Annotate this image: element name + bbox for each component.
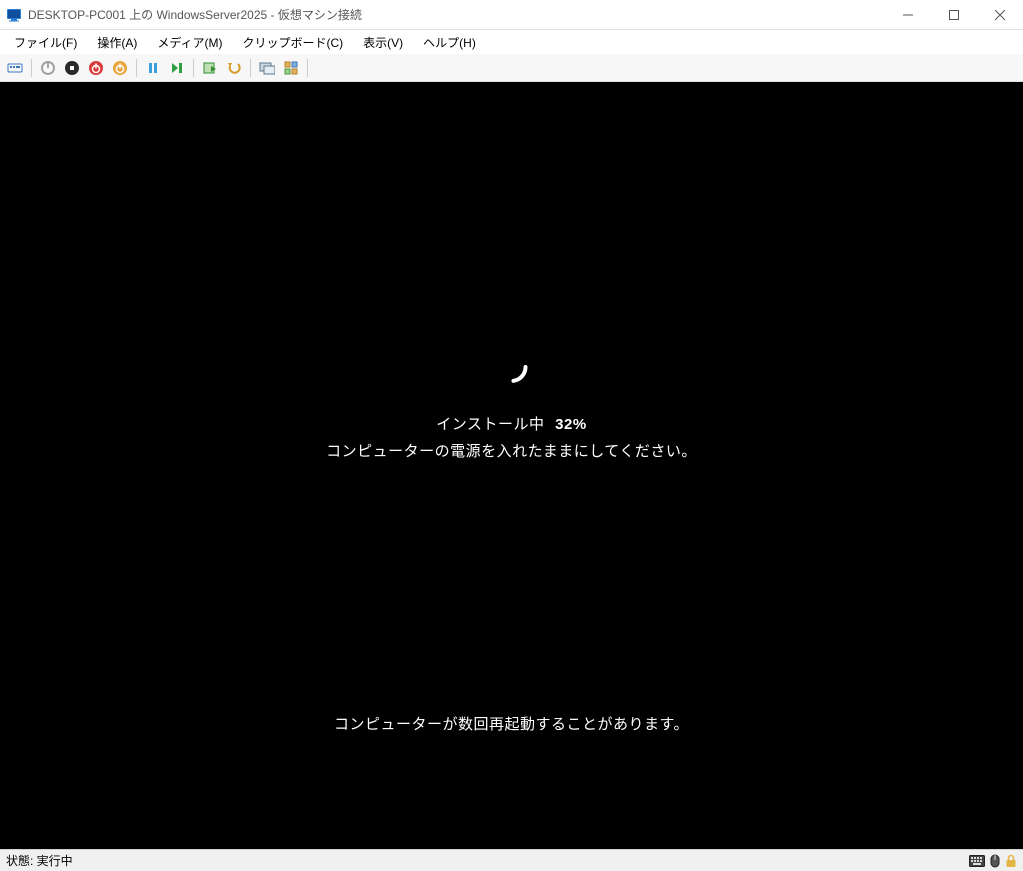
install-keep-power-on-text: コンピューターの電源を入れたままにしてください。 (0, 440, 1023, 461)
app-icon (6, 7, 22, 23)
install-progress-text: インストール中 32% (0, 413, 1023, 434)
install-progress-label: インストール中 (436, 416, 544, 433)
maximize-button[interactable] (931, 0, 977, 29)
revert-button[interactable] (223, 57, 245, 79)
start-button[interactable] (37, 57, 59, 79)
install-progress-panel: インストール中 32% コンピューターの電源を入れたままにしてください。 (0, 347, 1023, 461)
spinner-icon (492, 347, 532, 387)
statusbar: 状態: 実行中 (0, 849, 1023, 871)
save-button[interactable] (109, 57, 131, 79)
install-progress-percent: 32% (555, 416, 587, 433)
minimize-button[interactable] (885, 0, 931, 29)
menu-clipboard[interactable]: クリップボード(C) (232, 31, 353, 54)
window-titlebar: DESKTOP-PC001 上の WindowsServer2025 - 仮想マ… (0, 0, 1023, 30)
lock-icon (1005, 854, 1017, 868)
status-icons (969, 854, 1017, 868)
menu-file[interactable]: ファイル(F) (4, 31, 87, 54)
toolbar-separator (250, 59, 251, 77)
menu-view[interactable]: 表示(V) (353, 31, 413, 54)
menu-action[interactable]: 操作(A) (87, 31, 147, 54)
toolbar (0, 54, 1023, 82)
menu-media[interactable]: メディア(M) (147, 31, 232, 54)
toolbar-separator (31, 59, 32, 77)
status-text: 状態: 実行中 (6, 852, 969, 869)
shutdown-button[interactable] (85, 57, 107, 79)
share-button[interactable] (280, 57, 302, 79)
vm-display[interactable]: インストール中 32% コンピューターの電源を入れたままにしてください。 コンピ… (0, 82, 1023, 849)
toolbar-separator (307, 59, 308, 77)
install-restart-note: コンピューターが数回再起動することがあります。 (0, 713, 1023, 734)
pause-button[interactable] (142, 57, 164, 79)
menubar: ファイル(F) 操作(A) メディア(M) クリップボード(C) 表示(V) ヘ… (0, 30, 1023, 54)
mouse-icon (989, 854, 1001, 868)
menu-help[interactable]: ヘルプ(H) (413, 31, 486, 54)
ctrl-alt-del-button[interactable] (4, 57, 26, 79)
toolbar-separator (136, 59, 137, 77)
close-button[interactable] (977, 0, 1023, 29)
toolbar-separator (193, 59, 194, 77)
window-title: DESKTOP-PC001 上の WindowsServer2025 - 仮想マ… (28, 6, 885, 23)
keyboard-icon (969, 855, 985, 867)
turn-off-button[interactable] (61, 57, 83, 79)
checkpoint-button[interactable] (199, 57, 221, 79)
enhanced-session-button[interactable] (256, 57, 278, 79)
window-controls (885, 0, 1023, 29)
reset-button[interactable] (166, 57, 188, 79)
